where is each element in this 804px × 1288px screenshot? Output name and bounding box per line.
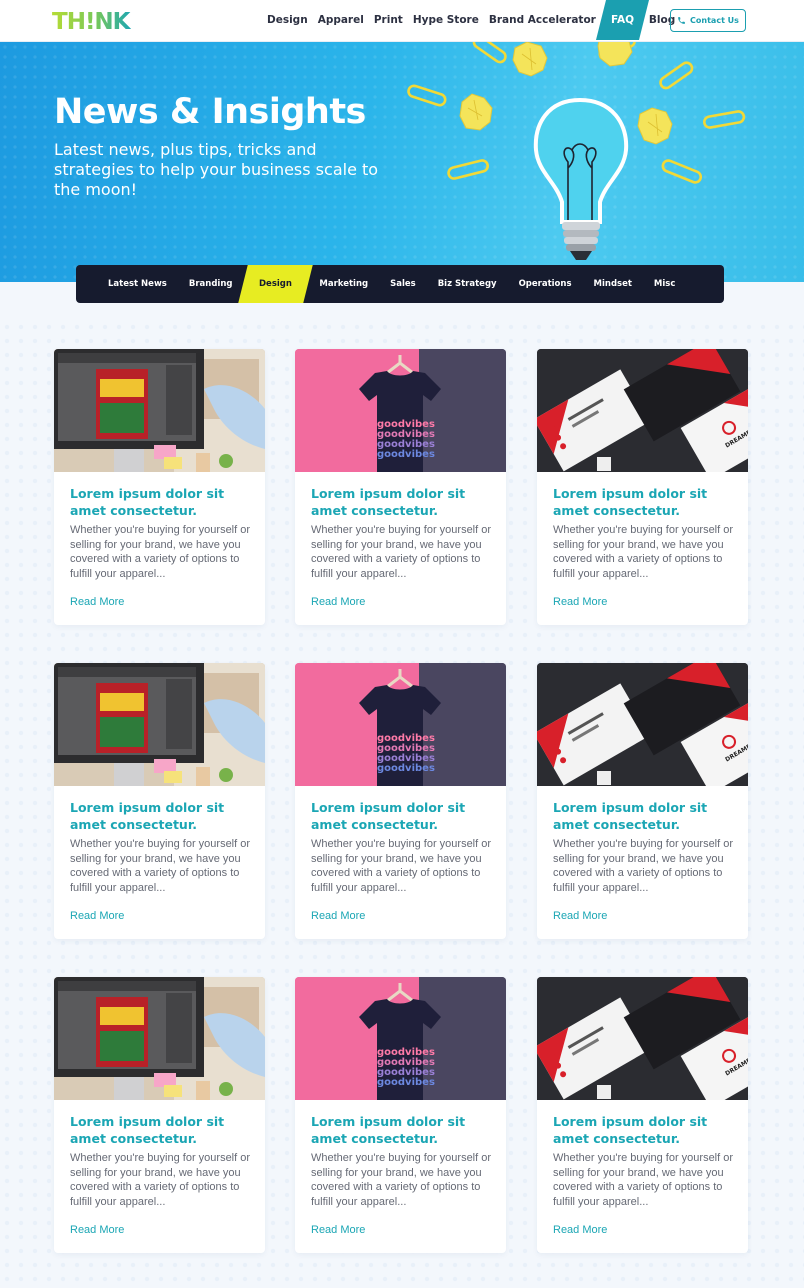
svg-text:TH!NK: TH!NK	[52, 9, 132, 32]
post-card[interactable]: Lorem ipsum dolor sit amet consectetur. …	[54, 663, 265, 939]
read-more-link[interactable]: Read More	[553, 1224, 607, 1236]
post-title[interactable]: Lorem ipsum dolor sit amet consectetur.	[311, 1113, 491, 1147]
category-design-label: Design	[259, 279, 293, 289]
nav-faq-label: FAQ	[610, 14, 634, 26]
post-card[interactable]: goodvibes goodvibes goodvibes goodvibes …	[295, 663, 506, 939]
post-title[interactable]: Lorem ipsum dolor sit amet consectetur.	[70, 799, 250, 833]
category-latest-news[interactable]: Latest News	[97, 265, 178, 303]
monitor-design-image	[54, 977, 265, 1100]
nav-hype-store[interactable]: Hype Store	[408, 0, 484, 40]
category-branding[interactable]: Branding	[178, 265, 244, 303]
read-more-link[interactable]: Read More	[70, 1224, 124, 1236]
post-card[interactable]: DREAMFIX Lorem ipsum dolor sit amet cons…	[537, 349, 748, 625]
read-more-link[interactable]: Read More	[311, 1224, 365, 1236]
post-title[interactable]: Lorem ipsum dolor sit amet consectetur.	[553, 799, 733, 833]
post-excerpt: Whether you're buying for yourself or se…	[553, 524, 734, 580]
category-mindset[interactable]: Mindset	[583, 265, 643, 303]
category-biz-strategy[interactable]: Biz Strategy	[427, 265, 508, 303]
post-card[interactable]: Lorem ipsum dolor sit amet consectetur. …	[54, 977, 265, 1253]
nav-faq[interactable]: FAQ	[595, 0, 649, 40]
site-header: TH!NK Design Apparel Print Hype Store Br…	[0, 0, 804, 42]
post-excerpt: Whether you're buying for yourself or se…	[311, 524, 492, 580]
read-more-link[interactable]: Read More	[70, 910, 124, 922]
category-sales[interactable]: Sales	[379, 265, 427, 303]
category-marketing[interactable]: Marketing	[308, 265, 379, 303]
category-filter-bar: Latest News Branding Design Marketing Sa…	[76, 265, 724, 303]
nav-design[interactable]: Design	[262, 0, 313, 40]
post-excerpt: Whether you're buying for yourself or se…	[553, 838, 734, 894]
post-card[interactable]: goodvibes goodvibes goodvibes goodvibes …	[295, 977, 506, 1253]
lightbulb-illustration	[407, 42, 746, 260]
post-card[interactable]: Lorem ipsum dolor sit amet consectetur. …	[54, 349, 265, 625]
category-design[interactable]: Design	[238, 265, 314, 303]
post-card[interactable]: DREAMFIX Lorem ipsum dolor sit amet cons…	[537, 977, 748, 1253]
category-operations[interactable]: Operations	[508, 265, 583, 303]
svg-text:goodvibes: goodvibes	[377, 763, 435, 774]
business-cards-image: DREAMFIX	[537, 977, 748, 1100]
post-excerpt: Whether you're buying for yourself or se…	[311, 838, 492, 894]
monitor-design-image	[54, 349, 265, 472]
post-excerpt: Whether you're buying for yourself or se…	[70, 524, 251, 580]
read-more-link[interactable]: Read More	[311, 910, 365, 922]
contact-us-label: Contact Us	[690, 16, 739, 25]
nav-apparel[interactable]: Apparel	[313, 0, 369, 40]
read-more-link[interactable]: Read More	[70, 596, 124, 608]
phone-icon	[678, 17, 685, 24]
main-nav: Design Apparel Print Hype Store Brand Ac…	[262, 0, 680, 40]
category-misc[interactable]: Misc	[643, 265, 686, 303]
svg-text:goodvibes: goodvibes	[377, 1077, 435, 1088]
post-excerpt: Whether you're buying for yourself or se…	[311, 1152, 492, 1208]
read-more-link[interactable]: Read More	[553, 910, 607, 922]
post-title[interactable]: Lorem ipsum dolor sit amet consectetur.	[553, 485, 733, 519]
post-excerpt: Whether you're buying for yourself or se…	[553, 1152, 734, 1208]
read-more-link[interactable]: Read More	[553, 596, 607, 608]
tshirt-image: goodvibes goodvibes goodvibes goodvibes	[295, 663, 506, 786]
post-excerpt: Whether you're buying for yourself or se…	[70, 838, 251, 894]
post-excerpt: Whether you're buying for yourself or se…	[70, 1152, 251, 1208]
post-title[interactable]: Lorem ipsum dolor sit amet consectetur.	[553, 1113, 733, 1147]
tshirt-image: goodvibes goodvibes goodvibes goodvibes	[295, 977, 506, 1100]
contact-us-button[interactable]: Contact Us	[670, 9, 746, 32]
svg-text:goodvibes: goodvibes	[377, 449, 435, 460]
logo-wordmark: TH!NK	[52, 9, 133, 35]
nav-print[interactable]: Print	[369, 0, 408, 40]
hero-banner: News & Insights Latest news, plus tips, …	[0, 42, 804, 282]
think-logo[interactable]: TH!NK	[52, 8, 136, 39]
business-cards-image: DREAMFIX	[537, 349, 748, 472]
post-title[interactable]: Lorem ipsum dolor sit amet consectetur.	[70, 1113, 250, 1147]
nav-brand-accelerator[interactable]: Brand Accelerator	[484, 0, 601, 40]
tshirt-image: goodvibes goodvibes goodvibes goodvibes	[295, 349, 506, 472]
post-title[interactable]: Lorem ipsum dolor sit amet consectetur.	[70, 485, 250, 519]
post-card[interactable]: DREAMFIX Lorem ipsum dolor sit amet cons…	[537, 663, 748, 939]
read-more-link[interactable]: Read More	[311, 596, 365, 608]
business-cards-image: DREAMFIX	[537, 663, 748, 786]
post-title[interactable]: Lorem ipsum dolor sit amet consectetur.	[311, 799, 491, 833]
post-title[interactable]: Lorem ipsum dolor sit amet consectetur.	[311, 485, 491, 519]
post-card[interactable]: goodvibes goodvibes goodvibes goodvibes …	[295, 349, 506, 625]
monitor-design-image	[54, 663, 265, 786]
